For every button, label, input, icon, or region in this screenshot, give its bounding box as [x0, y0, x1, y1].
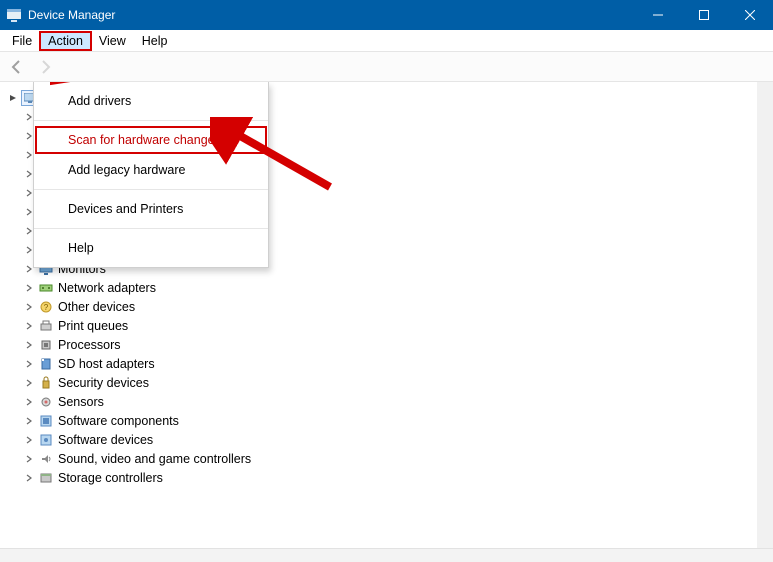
chevron-right-icon[interactable] — [24, 454, 34, 464]
maximize-button[interactable] — [681, 0, 727, 30]
tree-item[interactable]: Software devices — [2, 431, 753, 449]
tree-item-label: Sensors — [58, 395, 104, 409]
tree-item[interactable]: Print queues — [2, 317, 753, 335]
tree-item-label: Software components — [58, 414, 179, 428]
chevron-right-icon[interactable] — [24, 435, 34, 445]
security-icon — [38, 376, 54, 390]
swdev-icon — [38, 433, 54, 447]
window-title: Device Manager — [28, 8, 115, 22]
menu-devices-printers[interactable]: Devices and Printers — [34, 194, 268, 224]
chevron-right-icon[interactable] — [24, 397, 34, 407]
tree-item[interactable]: Sensors — [2, 393, 753, 411]
tree-item-label: Security devices — [58, 376, 149, 390]
printer-icon — [38, 319, 54, 333]
chevron-right-icon[interactable] — [24, 359, 34, 369]
tree-item[interactable]: Storage controllers — [2, 469, 753, 487]
tree-item[interactable]: ? Other devices — [2, 298, 753, 316]
menu-separator — [34, 228, 268, 229]
tree-item[interactable]: Software components — [2, 412, 753, 430]
tree-item[interactable]: Processors — [2, 336, 753, 354]
chevron-right-icon[interactable] — [24, 340, 34, 350]
tree-item[interactable]: Sound, video and game controllers — [2, 450, 753, 468]
back-button[interactable] — [6, 56, 28, 78]
tree-item-label: Other devices — [58, 300, 135, 314]
tree-item[interactable]: SD host adapters — [2, 355, 753, 373]
action-dropdown: Add drivers Scan for hardware changes Ad… — [33, 82, 269, 268]
tree-item-label: Print queues — [58, 319, 128, 333]
chevron-right-icon[interactable] — [24, 321, 34, 331]
content-area: ComputerDisk drivesDisplay adaptorsFirmw… — [0, 82, 773, 548]
titlebar: Device Manager — [0, 0, 773, 30]
menu-help[interactable]: Help — [134, 32, 176, 50]
tree-item-label: Software devices — [58, 433, 153, 447]
tree-item-label: SD host adapters — [58, 357, 155, 371]
menu-action-help[interactable]: Help — [34, 233, 268, 263]
swcomp-icon — [38, 414, 54, 428]
other-icon: ? — [38, 300, 54, 314]
chevron-right-icon[interactable] — [24, 283, 34, 293]
chevron-right-icon[interactable] — [24, 378, 34, 388]
svg-text:?: ? — [44, 303, 49, 312]
chevron-right-icon[interactable] — [24, 473, 34, 483]
sd-icon — [38, 357, 54, 371]
menu-action[interactable]: Action — [40, 32, 91, 50]
menu-view[interactable]: View — [91, 32, 134, 50]
toolbar — [0, 52, 773, 82]
menu-separator — [34, 189, 268, 190]
minimize-button[interactable] — [635, 0, 681, 30]
chevron-right-icon[interactable] — [24, 416, 34, 426]
menu-scan-hardware[interactable]: Scan for hardware changes — [34, 125, 268, 155]
sound-icon — [38, 452, 54, 466]
tree-item[interactable]: Security devices — [2, 374, 753, 392]
menu-file[interactable]: File — [4, 32, 40, 50]
statusbar — [0, 548, 773, 562]
menubar: File Action View Help — [0, 30, 773, 52]
forward-button[interactable] — [34, 56, 56, 78]
app-icon — [6, 7, 22, 23]
close-button[interactable] — [727, 0, 773, 30]
storage-icon — [38, 471, 54, 485]
menu-separator — [34, 120, 268, 121]
menu-add-drivers[interactable]: Add drivers — [34, 86, 268, 116]
cpu-icon — [38, 338, 54, 352]
chevron-right-icon[interactable] — [24, 302, 34, 312]
sensor-icon — [38, 395, 54, 409]
network-icon — [38, 281, 54, 295]
tree-item-label: Storage controllers — [58, 471, 163, 485]
menu-add-legacy[interactable]: Add legacy hardware — [34, 155, 268, 185]
expand-icon[interactable] — [8, 93, 18, 103]
tree-item-label: Network adapters — [58, 281, 156, 295]
tree-item[interactable]: Network adapters — [2, 279, 753, 297]
tree-item-label: Sound, video and game controllers — [58, 452, 251, 466]
tree-item-label: Processors — [58, 338, 121, 352]
